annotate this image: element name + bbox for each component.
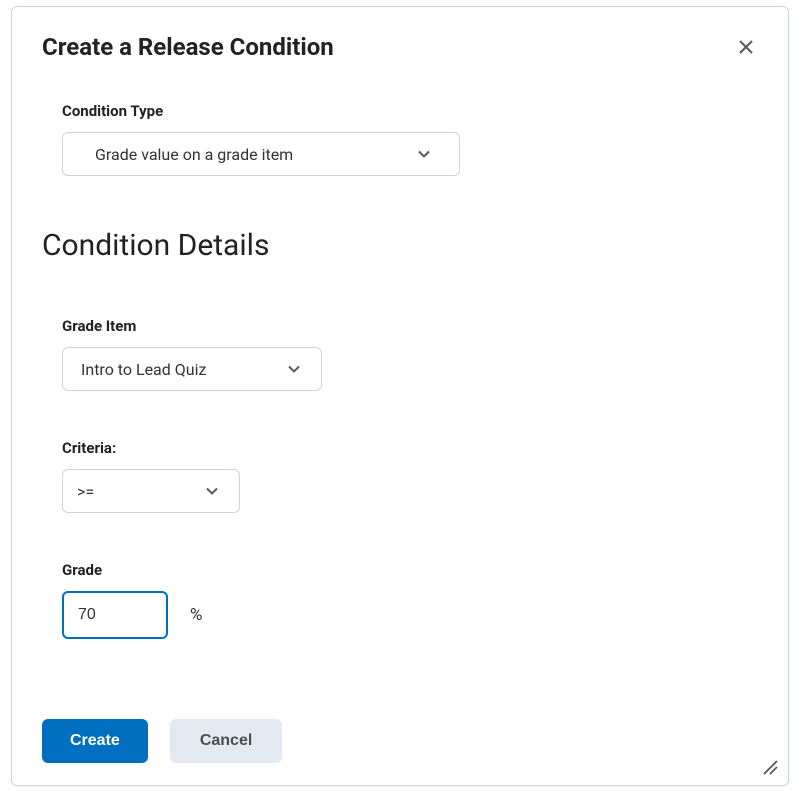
close-icon	[738, 39, 754, 55]
grade-item-value: Intro to Lead Quiz	[81, 360, 206, 379]
resize-grip-icon	[760, 757, 778, 775]
condition-type-select[interactable]: Grade value on a grade item	[62, 132, 460, 176]
create-button[interactable]: Create	[42, 719, 148, 763]
create-release-condition-dialog: Create a Release Condition Condition Typ…	[11, 6, 789, 786]
grade-label: Grade	[62, 561, 758, 579]
cancel-button[interactable]: Cancel	[170, 719, 282, 763]
chevron-down-icon	[287, 362, 301, 376]
criteria-label: Criteria:	[62, 439, 758, 457]
condition-type-section: Condition Type Grade value on a grade it…	[42, 82, 758, 176]
grade-percent-suffix: %	[190, 605, 202, 625]
grade-item-label: Grade Item	[62, 317, 758, 335]
dialog-header: Create a Release Condition	[12, 7, 788, 61]
dialog-scroll-area[interactable]: Condition Type Grade value on a grade it…	[42, 82, 758, 675]
dialog-title: Create a Release Condition	[42, 33, 334, 61]
criteria-select[interactable]: >=	[62, 469, 240, 513]
resize-handle[interactable]	[760, 757, 778, 775]
criteria-value: >=	[77, 482, 94, 501]
condition-details-heading: Condition Details	[42, 228, 758, 263]
condition-type-value: Grade value on a grade item	[95, 145, 293, 164]
grade-field: Grade %	[62, 561, 758, 639]
criteria-field: Criteria: >=	[62, 439, 758, 513]
dialog-footer: Create Cancel	[42, 719, 758, 763]
grade-item-field: Grade Item Intro to Lead Quiz	[62, 317, 758, 391]
condition-type-label: Condition Type	[62, 102, 758, 120]
close-button[interactable]	[734, 35, 758, 59]
grade-input[interactable]	[62, 591, 168, 639]
condition-details-section: Grade Item Intro to Lead Quiz Criteria: …	[42, 317, 758, 675]
grade-item-select[interactable]: Intro to Lead Quiz	[62, 347, 322, 391]
chevron-down-icon	[417, 147, 431, 161]
chevron-down-icon	[205, 484, 219, 498]
